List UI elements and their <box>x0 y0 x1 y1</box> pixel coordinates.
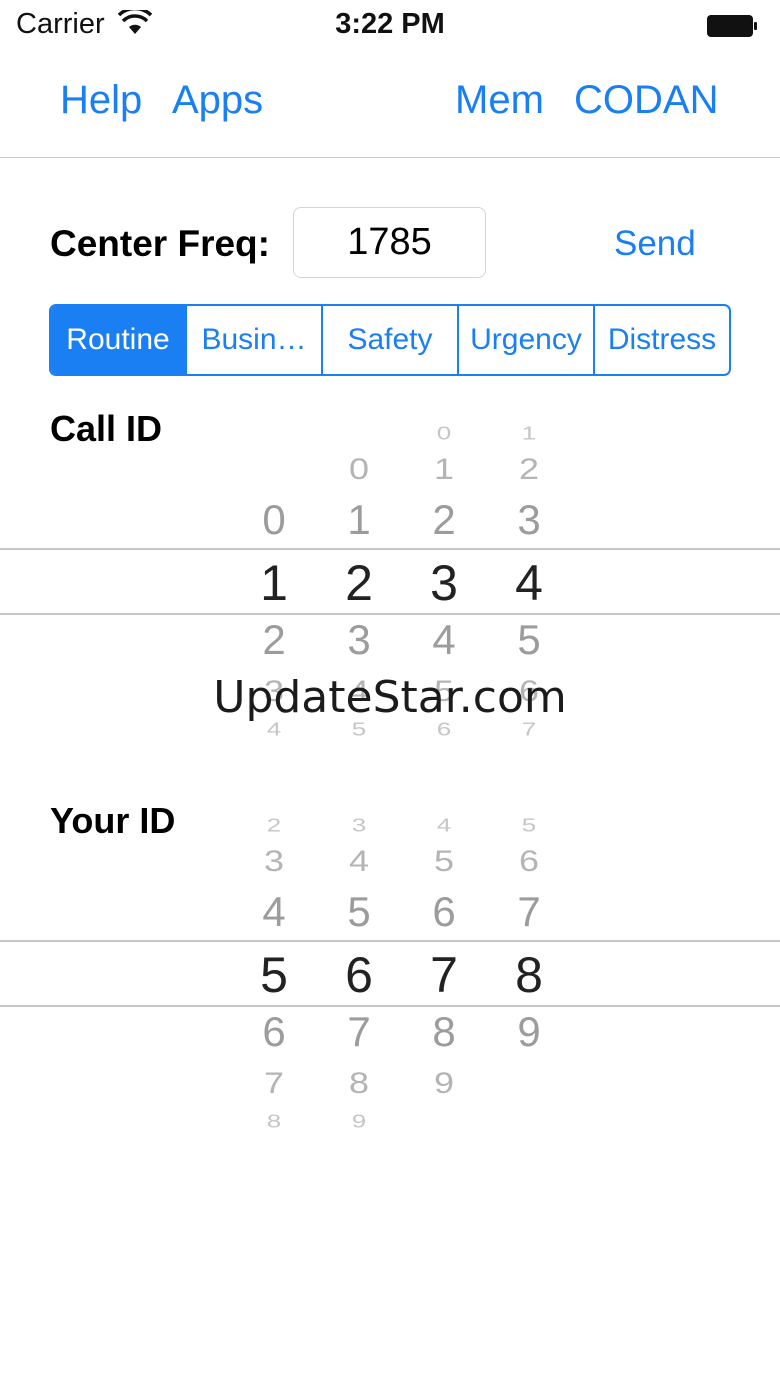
picker-digit: 1 <box>347 496 371 543</box>
picker-digit: 9 <box>517 1008 541 1055</box>
clock-time: 3:22 PM <box>335 8 445 40</box>
picker-digit: 5 <box>521 814 537 836</box>
picker-digit: 4 <box>348 843 370 878</box>
picker-digit: 7 <box>347 1008 371 1055</box>
picker-digit: 3 <box>517 496 541 543</box>
picker-digit: 4 <box>262 888 286 935</box>
call-id-picker[interactable]: 0 1 2 3 4 0 1 2 3 4 5 0 1 2 3 4 5 6 1 2 3 4 5 6 7 <box>0 410 780 750</box>
picker-selected-digit: 1 <box>260 555 288 611</box>
picker-digit: 4 <box>432 616 456 663</box>
picker-digit: 2 <box>266 814 282 836</box>
segment-urgency[interactable]: Urgency <box>457 306 593 374</box>
picker-digit: 5 <box>433 673 455 708</box>
picker-selection-bottom-line <box>0 613 780 615</box>
segment-routine[interactable]: Routine <box>51 306 185 374</box>
picker-digit: 3 <box>263 673 285 708</box>
picker-selected-digit: 6 <box>345 947 373 1003</box>
mem-link[interactable]: Mem <box>455 78 544 123</box>
picker-digit: 6 <box>432 888 456 935</box>
picker-digit: 2 <box>262 616 286 663</box>
battery-full-icon <box>707 15 757 37</box>
picker-selected-digit: 3 <box>430 555 458 611</box>
segment-distress[interactable]: Distress <box>593 306 729 374</box>
picker-digit: 5 <box>347 888 371 935</box>
picker-selected-digit: 4 <box>515 555 543 611</box>
picker-selection-top-line <box>0 548 780 550</box>
codan-link[interactable]: CODAN <box>574 78 718 123</box>
picker-digit: 0 <box>262 496 286 543</box>
segment-business[interactable]: Busin… <box>185 306 321 374</box>
picker-digit: 4 <box>348 673 370 708</box>
picker-digit: 3 <box>351 814 367 836</box>
send-button[interactable]: Send <box>614 224 696 264</box>
call-type-segmented-control: Routine Busin… Safety Urgency Distress <box>49 304 731 376</box>
picker-digit: 6 <box>518 673 540 708</box>
picker-selected-digit: 5 <box>260 947 288 1003</box>
apps-link[interactable]: Apps <box>172 78 263 123</box>
nav-divider <box>0 157 780 158</box>
picker-digit: 7 <box>517 888 541 935</box>
picker-digit: 6 <box>518 843 540 878</box>
picker-digit: 9 <box>433 1065 455 1100</box>
picker-digit: 3 <box>263 843 285 878</box>
picker-digit: 0 <box>348 451 370 486</box>
picker-digit: 4 <box>436 814 452 836</box>
picker-digit: 6 <box>436 718 452 740</box>
picker-digit: 1 <box>521 422 537 444</box>
center-freq-label: Center Freq: <box>50 223 270 264</box>
picker-digit: 6 <box>262 1008 286 1055</box>
picker-digit: 5 <box>351 718 367 740</box>
picker-digit: 9 <box>351 1110 367 1132</box>
picker-digit: 2 <box>432 496 456 543</box>
picker-digit: 7 <box>521 718 537 740</box>
picker-digit: 7 <box>263 1065 285 1100</box>
picker-digit: 5 <box>433 843 455 878</box>
picker-selected-digit: 8 <box>515 947 543 1003</box>
picker-digit: 3 <box>347 616 371 663</box>
picker-digit: 8 <box>348 1065 370 1100</box>
picker-selection-top-line <box>0 940 780 942</box>
picker-digit: 5 <box>517 616 541 663</box>
picker-digit: 8 <box>266 1110 282 1132</box>
picker-selection-bottom-line <box>0 1005 780 1007</box>
center-freq-input[interactable]: 1785 <box>293 207 486 278</box>
picker-digit: 8 <box>432 1008 456 1055</box>
help-link[interactable]: Help <box>60 78 142 123</box>
your-id-picker[interactable]: 2 3 4 5 6 7 8 3 4 5 6 7 8 9 4 5 6 7 8 9 5 6 7 8 9 <box>0 802 780 1142</box>
picker-selected-digit: 2 <box>345 555 373 611</box>
picker-digit: 0 <box>436 422 452 444</box>
picker-digit: 2 <box>518 451 540 486</box>
picker-selected-digit: 7 <box>430 947 458 1003</box>
segment-safety[interactable]: Safety <box>321 306 457 374</box>
picker-digit: 4 <box>266 718 282 740</box>
picker-digit: 1 <box>433 451 455 486</box>
